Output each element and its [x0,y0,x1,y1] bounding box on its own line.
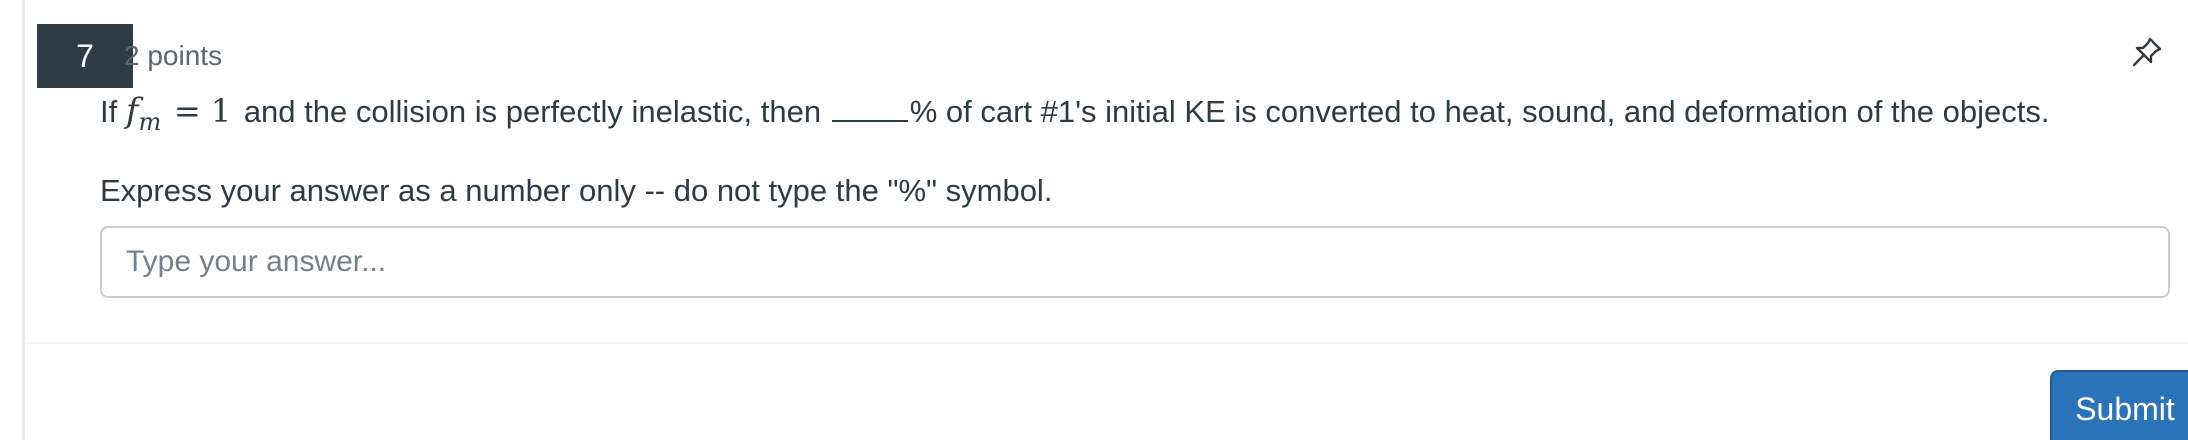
math-expression: fm = 1 [125,91,244,136]
prompt-tail: % of cart #1's initial KE is converted t… [909,94,2050,129]
math-variable: f [125,91,139,131]
answer-blank [831,92,908,122]
question-prompt: If fm = 1 and the collision is perfectly… [100,86,2050,147]
answer-input[interactable] [100,226,2170,298]
pushpin-icon [2130,35,2164,74]
submit-button[interactable]: Submit [2050,370,2188,440]
footer-divider [25,342,2188,344]
quiz-page: 7 2 points If fm = 1 and the collision i… [0,0,2188,440]
math-equals-value: = 1 [173,92,232,130]
question-card: 7 2 points If fm = 1 and the collision i… [25,0,2188,440]
math-subscript: m [138,108,162,136]
prompt-middle: and the collision is perfectly inelastic… [243,94,822,129]
question-number-badge: 7 [37,24,133,88]
pin-question-button[interactable] [2125,32,2169,76]
answer-instruction: Express your answer as a number only -- … [100,173,1053,208]
question-points: 2 points [124,40,223,71]
prompt-lead: If [100,94,118,129]
